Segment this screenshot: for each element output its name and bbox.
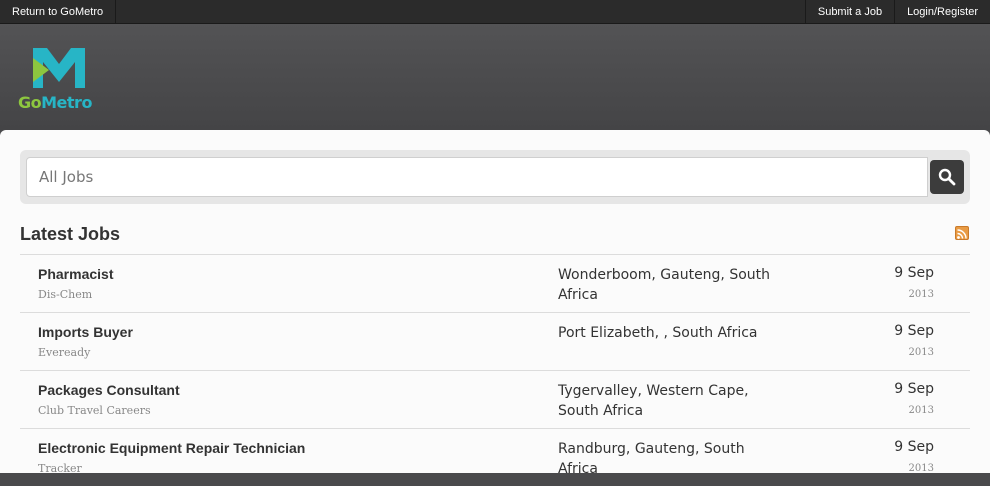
job-year: 2013 [908,347,934,358]
job-list: Pharmacist Dis-Chem Wonderboom, Gauteng,… [20,254,970,486]
login-register-link[interactable]: Login/Register [894,0,990,23]
job-date: 9 Sep [894,381,934,397]
search-button[interactable] [930,160,964,194]
job-year: 2013 [908,463,934,474]
job-row[interactable]: Electronic Equipment Repair Technician T… [20,428,970,486]
account-links: Submit a Job Login/Register [804,0,990,23]
job-year: 2013 [908,289,934,300]
rss-feed-glyph-icon [957,229,967,239]
job-row[interactable]: Pharmacist Dis-Chem Wonderboom, Gauteng,… [20,254,970,312]
job-search-input[interactable] [26,157,928,197]
main-content: Latest Jobs Pharmacist Dis-Chem Wonderbo… [0,130,990,477]
job-date: 9 Sep [894,439,934,455]
job-search-bar [20,150,970,204]
job-company: Tracker [38,462,82,475]
job-title[interactable]: Electronic Equipment Repair Technician [38,440,305,456]
rss-icon[interactable] [955,226,969,240]
job-location: Wonderboom, Gauteng, South Africa [558,267,771,303]
submit-job-link[interactable]: Submit a Job [804,0,894,23]
job-year: 2013 [908,405,934,416]
gometro-logo[interactable]: GoMetro [18,44,108,136]
top-navigation-bar: Return to GoMetro Submit a Job Login/Reg… [0,0,990,24]
job-company: Club Travel Careers [38,404,151,417]
gometro-logo-text: GoMetro [18,93,92,112]
logo-text-go: Go [18,93,42,112]
job-title[interactable]: Imports Buyer [38,324,133,340]
site-header: GoMetro [0,24,990,130]
job-location: Tygervalley, Western Cape, South Africa [558,383,749,419]
gometro-logo-mark-icon [33,48,85,88]
job-company: Eveready [38,346,91,359]
job-date: 9 Sep [894,323,934,339]
job-title[interactable]: Pharmacist [38,266,113,282]
logo-text-metro: Metro [41,93,92,112]
return-to-gometro-link[interactable]: Return to GoMetro [0,0,117,23]
job-row[interactable]: Imports Buyer Eveready Port Elizabeth, ,… [20,312,970,370]
job-company: Dis-Chem [38,288,93,301]
job-location: Port Elizabeth, , South Africa [558,325,758,341]
job-date: 9 Sep [894,265,934,281]
search-icon [938,168,956,186]
job-location: Randburg, Gauteng, South Africa [558,441,745,477]
latest-jobs-heading: Latest Jobs [20,224,121,244]
job-row[interactable]: Packages Consultant Club Travel Careers … [20,370,970,428]
job-title[interactable]: Packages Consultant [38,382,180,398]
